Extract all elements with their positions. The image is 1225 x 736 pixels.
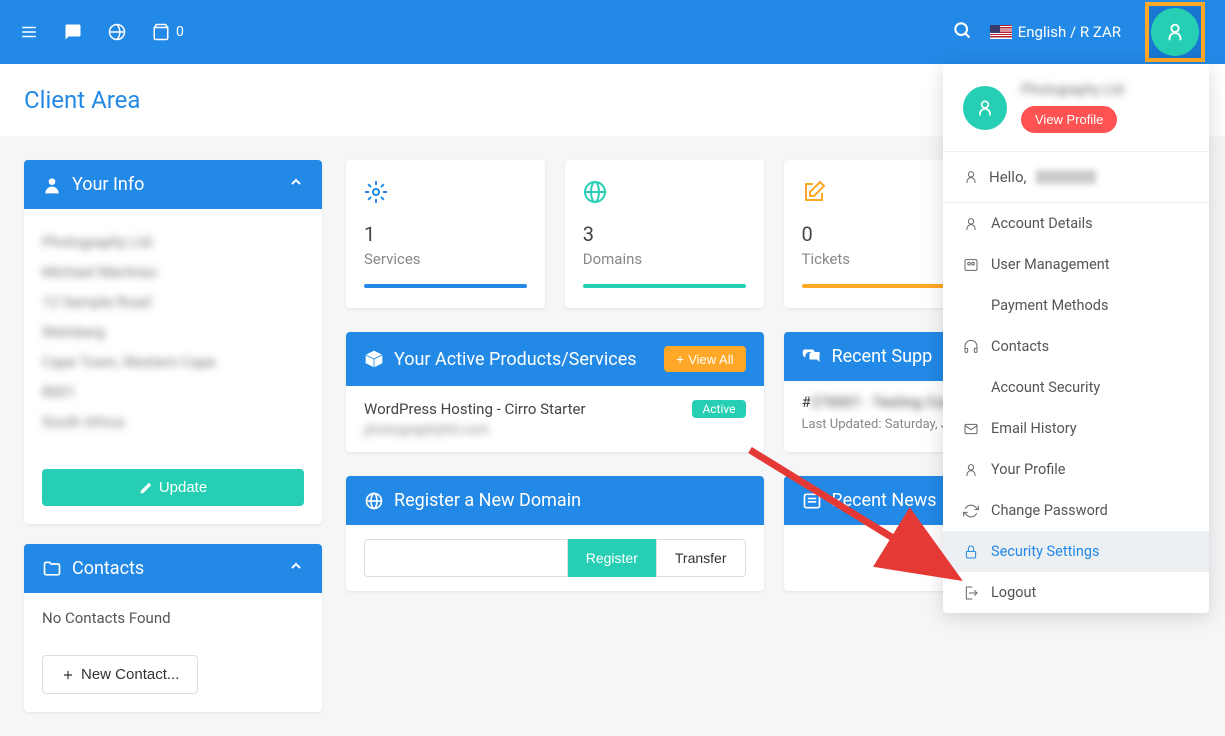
dropdown-item-account-details[interactable]: Account Details: [943, 203, 1209, 244]
globe-icon[interactable]: [108, 23, 126, 41]
account-dropdown: Photography Ltd View Profile Hello, Acco…: [943, 64, 1209, 613]
chevron-up-icon[interactable]: [288, 558, 304, 579]
topbar: 0 English / R ZAR: [0, 0, 1225, 64]
register-domain-panel: Register a New Domain Register Transfer: [346, 476, 764, 591]
dropdown-avatar: [963, 86, 1007, 130]
dropdown-item-user-management[interactable]: User Management: [943, 244, 1209, 285]
contacts-empty: No Contacts Found: [24, 593, 322, 643]
your-info-body: Photography Ltd Michael Martinez 12 Samp…: [24, 209, 322, 455]
register-button[interactable]: Register: [568, 539, 656, 577]
cart-count: 0: [176, 24, 184, 40]
user-icon: [963, 169, 979, 185]
avatar-highlight: [1145, 2, 1205, 62]
pencil-icon: [139, 481, 153, 495]
language-selector[interactable]: English / R ZAR: [990, 23, 1121, 41]
status-badge: Active: [692, 400, 745, 418]
dropdown-item-change-password[interactable]: Change Password: [943, 490, 1209, 531]
dropdown-item-payment-methods[interactable]: Payment Methods: [943, 285, 1209, 326]
product-name[interactable]: WordPress Hosting - Cirro Starter: [364, 400, 586, 418]
dropdown-hello: Hello,: [943, 152, 1209, 203]
gear-icon: [364, 180, 388, 204]
active-products-panel: Your Active Products/Services +View All …: [346, 332, 764, 452]
plus-icon: [61, 668, 75, 682]
dropdown-item-your-profile[interactable]: Your Profile: [943, 449, 1209, 490]
contacts-panel: Contacts No Contacts Found New Contact..…: [24, 544, 322, 712]
update-button[interactable]: Update: [42, 469, 304, 506]
search-icon[interactable]: [952, 20, 972, 44]
edit-icon: [802, 180, 826, 204]
new-contact-button[interactable]: New Contact...: [42, 655, 198, 694]
user-icon: [42, 175, 62, 195]
transfer-button[interactable]: Transfer: [656, 539, 746, 577]
dropdown-item-email-history[interactable]: Email History: [943, 408, 1209, 449]
view-profile-button[interactable]: View Profile: [1021, 106, 1117, 133]
comments-icon: [802, 347, 822, 367]
news-icon: [802, 491, 822, 511]
globe-icon: [364, 491, 384, 511]
view-all-button[interactable]: +View All: [664, 346, 745, 372]
dropdown-item-contacts[interactable]: Contacts: [943, 326, 1209, 367]
menu-icon[interactable]: [20, 23, 38, 41]
chevron-up-icon[interactable]: [288, 174, 304, 195]
flag-icon: [990, 25, 1012, 39]
stat-services[interactable]: 1 Services: [346, 160, 545, 308]
globe-icon: [583, 180, 607, 204]
avatar-button[interactable]: [1151, 8, 1199, 56]
folder-icon: [42, 559, 62, 579]
your-info-panel: Your Info Photography Ltd Michael Martin…: [24, 160, 322, 524]
chat-icon[interactable]: [64, 23, 82, 41]
dropdown-item-security-settings[interactable]: Security Settings: [943, 531, 1209, 572]
dropdown-item-logout[interactable]: Logout: [943, 572, 1209, 613]
stat-domains[interactable]: 3 Domains: [565, 160, 764, 308]
domain-input[interactable]: [364, 539, 568, 577]
cart-button[interactable]: 0: [152, 23, 184, 41]
dropdown-item-account-security[interactable]: Account Security: [943, 367, 1209, 408]
cube-icon: [364, 349, 384, 369]
